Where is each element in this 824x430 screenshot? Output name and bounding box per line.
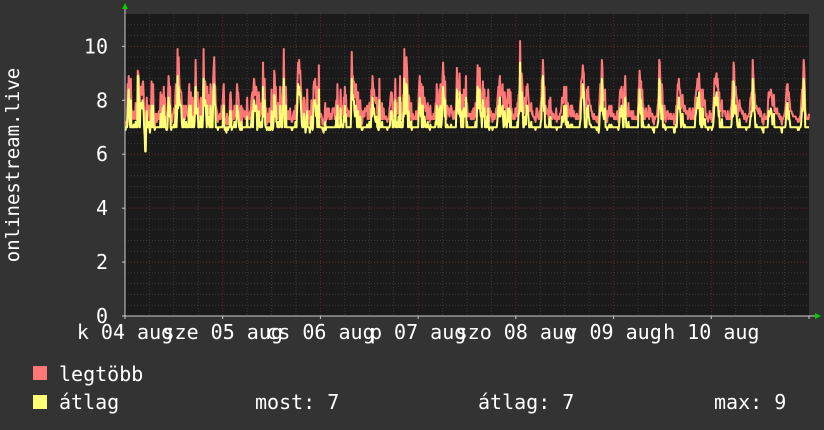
x-axis-arrow bbox=[815, 313, 821, 319]
x-tick-label: h 10 aug bbox=[663, 320, 759, 344]
y-tick-label: 6 bbox=[96, 142, 108, 166]
stat-max: max: 9 bbox=[714, 390, 786, 414]
legend-swatch-legtobb bbox=[33, 366, 47, 380]
stat-atlag: átlag: 7 bbox=[478, 390, 574, 414]
y-axis-arrow bbox=[122, 3, 128, 9]
legend-label-legtobb: legtöbb bbox=[59, 362, 143, 386]
y-tick-labels: 0246810 bbox=[84, 34, 108, 328]
y-tick-label: 10 bbox=[84, 34, 108, 58]
x-tick-labels: k 04 augsze 05 augcs 06 augp 07 augszo 0… bbox=[77, 320, 760, 344]
chart-container: 0 2 4 6 8 10 k 04 aug sze 05 aug cs 06 aug p 07 … bbox=[0, 0, 824, 430]
chart-svg: 0246810 k 04 augsze 05 augcs 06 augp 07 … bbox=[2, 3, 821, 414]
x-tick-label: sze 05 aug bbox=[163, 320, 283, 344]
x-tick-label: p 07 aug bbox=[370, 320, 466, 344]
y-tick-label: 8 bbox=[96, 88, 108, 112]
x-tick-label: szo 08 aug bbox=[456, 320, 576, 344]
legend-label-atlag: átlag bbox=[59, 390, 119, 414]
stat-most: most: 7 bbox=[255, 390, 339, 414]
y-tick-label: 4 bbox=[96, 196, 108, 220]
x-tick-label: cs 06 aug bbox=[266, 320, 374, 344]
y-tick-label: 2 bbox=[96, 250, 108, 274]
y-axis-label: onlinestream.live bbox=[2, 68, 24, 262]
x-tick-label: v 09 aug bbox=[565, 320, 661, 344]
legend-swatch-atlag bbox=[33, 395, 47, 409]
x-tick-label: k 04 aug bbox=[77, 320, 173, 344]
